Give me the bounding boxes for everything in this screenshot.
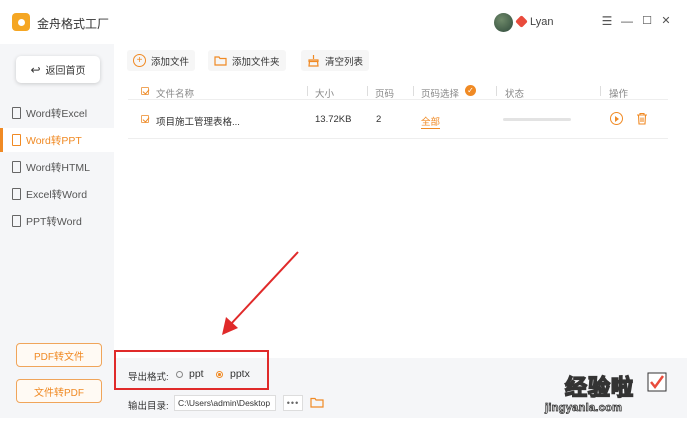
pdf-to-file-button[interactable]: PDF转文件 [16,343,102,367]
username[interactable]: Lyan [530,16,553,28]
page-count-cell: 2 [376,114,382,125]
column-header-status: 状态 [505,89,525,100]
sidebar-item-ppt-to-word[interactable]: PPT转Word [0,209,114,233]
sidebar-item-word-to-excel[interactable]: Word转Excel [0,101,114,125]
add-circle-icon: + [133,54,146,67]
column-divider [600,86,601,96]
column-divider [496,86,497,96]
browse-button[interactable]: ••• [283,395,303,411]
delete-trash-icon[interactable] [636,112,648,125]
back-home-button[interactable]: ↩ 返回首页 [16,56,100,83]
page-select-cell[interactable]: 全部 [421,114,441,129]
close-button[interactable]: ✕ [659,14,673,28]
minimize-button[interactable]: — [620,14,634,28]
sidebar-item-excel-to-word[interactable]: Excel转Word [0,182,114,206]
table-row-divider [128,138,668,139]
add-file-button[interactable]: + 添加文件 [127,50,196,71]
document-icon [12,107,21,119]
column-header-pages: 页码 [375,89,395,100]
column-header-size: 大小 [315,89,335,100]
column-header-name: 文件名称 [156,89,195,100]
maximize-button[interactable]: ☐ [640,14,654,28]
table-header-divider [128,99,668,100]
broom-icon [307,54,320,67]
clear-list-button[interactable]: 清空列表 [301,50,370,71]
column-divider [367,86,368,96]
document-icon [12,161,21,173]
title-bar: 金舟格式工厂 Lyan ☰ — ☐ ✕ [0,0,687,44]
column-divider [307,86,308,96]
file-size-cell: 13.72KB [315,114,352,125]
back-home-label: 返回首页 [45,66,86,77]
watermark-url: jingyanla.com [545,402,623,415]
output-path-field[interactable]: C:\Users\admin\Desktop [174,395,276,411]
add-file-label: 添加文件 [151,56,190,68]
annotation-highlight-box [114,350,269,390]
folder-icon [214,54,227,67]
column-header-page-select: 页码选择 [421,89,460,100]
app-title: 金舟格式工厂 [37,17,110,31]
document-icon [12,188,21,200]
back-arrow-icon: ↩ [30,62,41,77]
sidebar-item-label: Word转HTML [26,161,90,174]
select-all-checkbox[interactable] [141,87,149,95]
file-to-pdf-button[interactable]: 文件转PDF [16,379,102,403]
page-select-all-link[interactable]: 全部 [421,117,441,129]
watermark-text: 经验啦 [564,374,635,401]
sidebar-item-label: Excel转Word [26,188,88,201]
output-dir-label: 输出目录: [128,401,169,412]
conversion-progress-bar [503,118,571,121]
sidebar-item-label: Word转PPT [26,134,82,147]
sidebar: ↩ 返回首页 Word转Excel Word转PPT Word转HTML Exc… [0,44,114,418]
sidebar-item-label: PPT转Word [26,215,82,228]
app-logo-icon [12,13,30,31]
sidebar-item-word-to-ppt[interactable]: Word转PPT [0,128,114,152]
document-icon [12,215,21,227]
page-select-dropdown-icon[interactable]: ✓ [465,85,476,96]
column-divider [413,86,414,96]
avatar[interactable] [494,13,513,32]
row-checkbox[interactable] [141,115,149,123]
menu-icon[interactable]: ☰ [600,14,614,28]
clear-list-label: 清空列表 [325,56,364,68]
sidebar-item-word-to-html[interactable]: Word转HTML [0,155,114,179]
add-folder-label: 添加文件夹 [232,56,280,68]
document-icon [12,134,21,146]
watermark-check-icon [647,372,667,392]
add-folder-button[interactable]: 添加文件夹 [208,50,286,71]
column-header-actions: 操作 [609,89,629,100]
vip-diamond-icon [515,15,528,28]
start-convert-icon[interactable] [610,112,623,125]
file-name-cell: 项目施工管理表格... [156,117,240,128]
open-folder-icon[interactable] [310,397,324,408]
sidebar-item-label: Word转Excel [26,107,88,120]
